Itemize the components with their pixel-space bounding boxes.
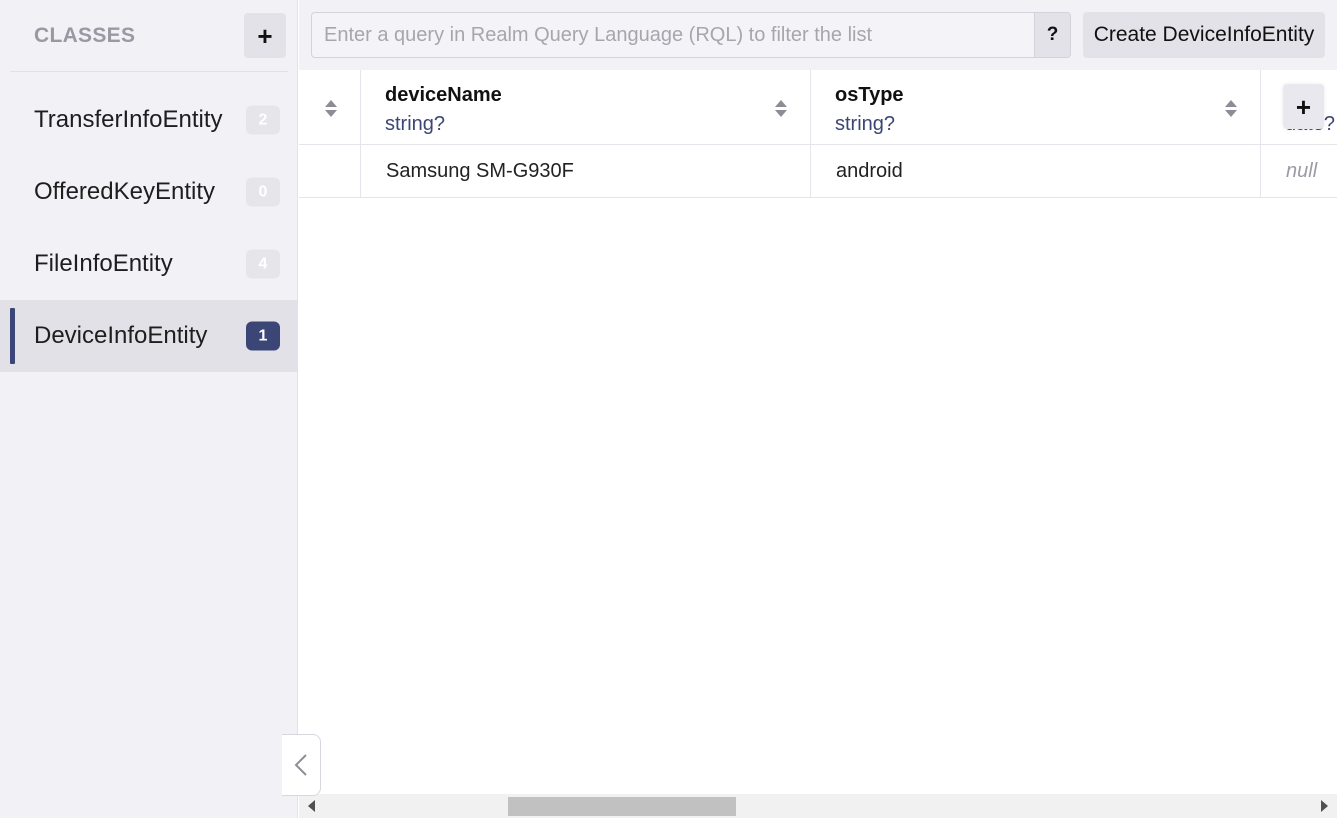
column-header-ostype[interactable]: osType bbox=[835, 84, 904, 107]
table-row[interactable]: Samsung SM-G930F android null bbox=[299, 145, 1337, 198]
cell-ostype[interactable]: android bbox=[836, 160, 903, 183]
rql-help-button[interactable]: ? bbox=[1034, 12, 1071, 58]
plus-icon: + bbox=[1295, 91, 1312, 122]
column-type: string? bbox=[385, 113, 446, 135]
scroll-right-arrow-icon[interactable] bbox=[1321, 800, 1328, 812]
class-name: OfferedKeyEntity bbox=[34, 178, 215, 205]
sort-icon[interactable] bbox=[325, 100, 337, 118]
sidebar: CLASSES + TransferInfoEntity 2 OfferedKe… bbox=[0, 0, 298, 818]
scrollbar-thumb[interactable] bbox=[508, 797, 736, 816]
column-divider bbox=[810, 70, 811, 198]
object-table: deviceName string? osType string? te dat… bbox=[299, 70, 1337, 794]
sidebar-item-offeredkeyentity[interactable]: OfferedKeyEntity 0 bbox=[0, 156, 298, 228]
class-count-badge: 0 bbox=[246, 177, 280, 207]
class-name: FileInfoEntity bbox=[34, 250, 173, 277]
create-object-button[interactable]: Create DeviceInfoEntity bbox=[1083, 12, 1325, 58]
class-name: TransferInfoEntity bbox=[34, 106, 223, 133]
column-divider bbox=[360, 70, 361, 198]
class-count-badge: 4 bbox=[246, 249, 280, 279]
selection-indicator bbox=[10, 308, 15, 364]
class-name: DeviceInfoEntity bbox=[34, 322, 208, 349]
rql-query-input[interactable] bbox=[311, 12, 1034, 58]
cell-null-value[interactable]: null bbox=[1286, 160, 1317, 183]
add-class-button[interactable]: + bbox=[244, 13, 286, 58]
column-header-devicename[interactable]: deviceName bbox=[385, 84, 502, 107]
sidebar-item-fileinfoentity[interactable]: FileInfoEntity 4 bbox=[0, 228, 298, 300]
plus-icon: + bbox=[257, 20, 273, 51]
sort-icon[interactable] bbox=[775, 100, 787, 118]
class-count-badge: 2 bbox=[246, 105, 280, 135]
cell-devicename[interactable]: Samsung SM-G930F bbox=[386, 160, 574, 183]
collapse-sidebar-button[interactable] bbox=[282, 734, 321, 796]
scroll-left-arrow-icon[interactable] bbox=[308, 800, 315, 812]
horizontal-scrollbar[interactable] bbox=[299, 794, 1337, 818]
add-property-button[interactable]: + bbox=[1283, 84, 1324, 129]
sort-icon[interactable] bbox=[1225, 100, 1237, 118]
class-count-badge: 1 bbox=[246, 321, 280, 351]
column-divider bbox=[1260, 70, 1261, 198]
sidebar-item-transferinfoentity[interactable]: TransferInfoEntity 2 bbox=[0, 84, 298, 156]
chevron-left-icon bbox=[294, 754, 307, 776]
column-type: string? bbox=[835, 113, 896, 135]
query-toolbar: ? Create DeviceInfoEntity bbox=[299, 0, 1337, 70]
sidebar-header: CLASSES + bbox=[10, 0, 288, 72]
sidebar-item-deviceinfoentity[interactable]: DeviceInfoEntity 1 bbox=[0, 300, 298, 372]
classes-title: CLASSES bbox=[34, 24, 136, 47]
table-header-row: deviceName string? osType string? te dat… bbox=[299, 70, 1337, 145]
